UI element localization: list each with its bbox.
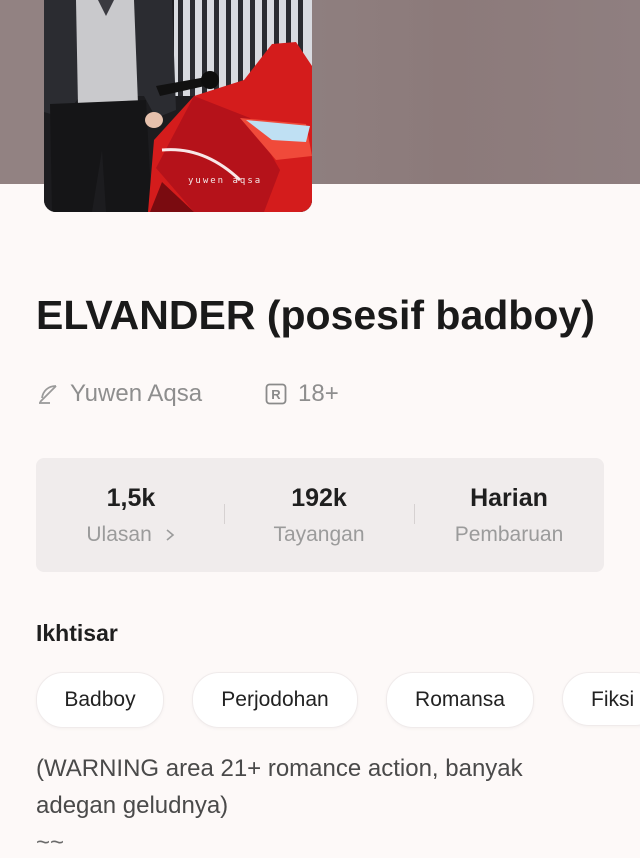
stat-reviews[interactable]: 1,5k Ulasan	[36, 458, 226, 572]
stat-label: Ulasan	[36, 523, 226, 547]
tag-chip[interactable]: Badboy	[36, 672, 164, 728]
tag-chip[interactable]: Perjodohan	[192, 672, 358, 728]
book-title: ELVANDER (posesif badboy)	[36, 292, 595, 338]
stat-divider	[414, 504, 415, 524]
author-link[interactable]: Yuwen Aqsa	[36, 380, 202, 408]
author-name: Yuwen Aqsa	[70, 380, 203, 407]
stat-label-text: Ulasan	[86, 523, 152, 546]
stat-value: 1,5k	[106, 484, 156, 512]
stat-views: 192k Tayangan	[224, 458, 414, 572]
synopsis-extra: ~~	[36, 829, 65, 856]
stat-label: Tayangan	[273, 523, 365, 546]
age-rating: R 18+	[264, 380, 339, 408]
registered-rating-icon: R	[265, 383, 287, 405]
tag-chip[interactable]: Fiksi	[562, 672, 640, 726]
chevron-right-icon	[166, 529, 174, 541]
stat-label: Pembaruan	[454, 523, 564, 546]
overview-heading: Ikhtisar	[36, 620, 118, 646]
cover-illustration	[44, 0, 312, 212]
book-meta: Yuwen Aqsa R 18+	[36, 380, 596, 414]
book-cover[interactable]: yuwen aqsa	[44, 0, 312, 212]
feather-pen-icon	[39, 385, 57, 404]
tag-chip[interactable]: Romansa	[386, 672, 534, 728]
synopsis-text: (WARNING area 21+ romance action, banyak…	[36, 755, 523, 819]
stat-updates: Harian Pembaruan	[414, 458, 604, 572]
stat-value: Harian	[470, 484, 548, 512]
stat-value: 192k	[291, 484, 347, 512]
age-rating-label: 18+	[298, 380, 339, 407]
stat-divider	[224, 504, 225, 524]
stats-card: 1,5k Ulasan 192k Tayangan Harian Pembaru…	[36, 458, 604, 572]
cover-author-caption: yuwen aqsa	[188, 176, 263, 186]
svg-text:R: R	[271, 387, 281, 402]
